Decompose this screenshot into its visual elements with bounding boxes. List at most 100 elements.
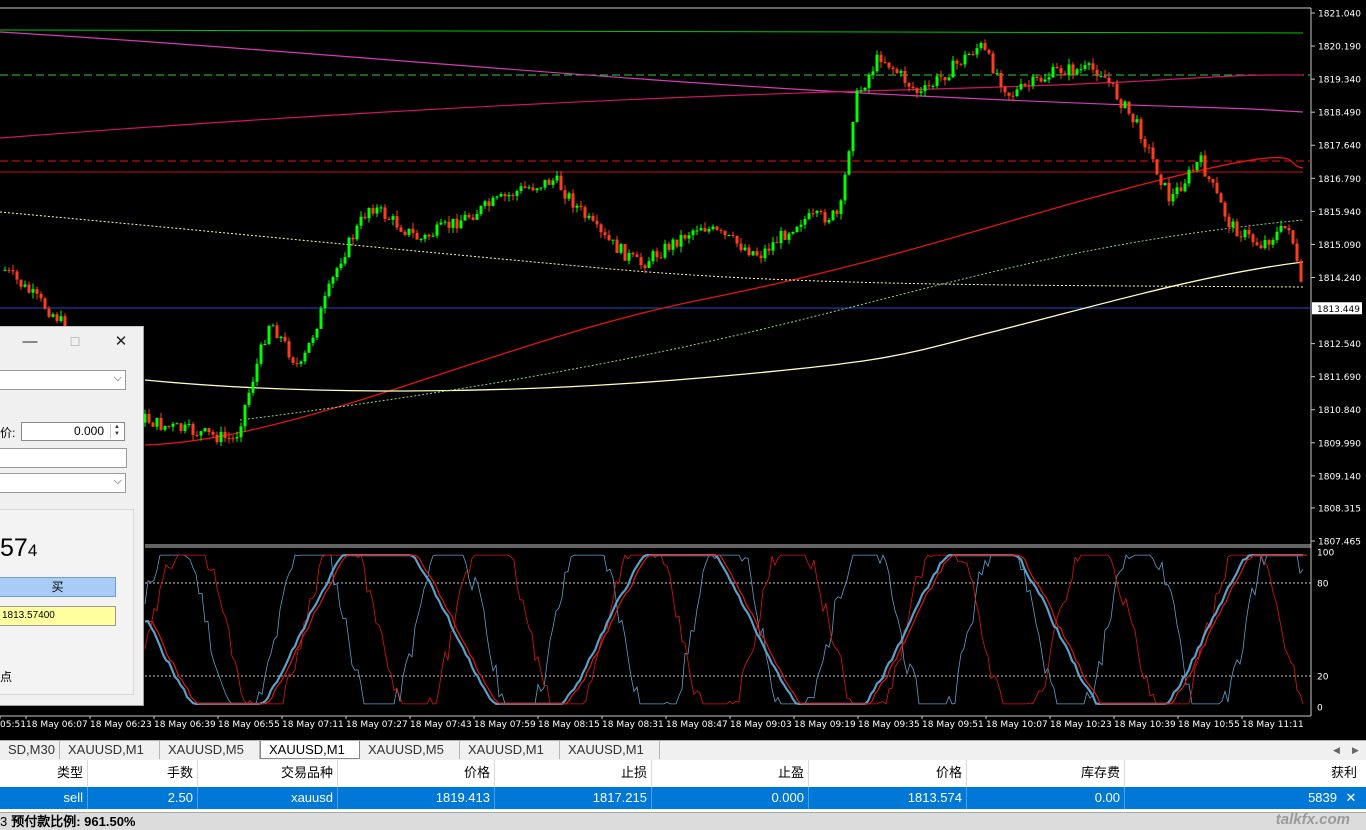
candle-body <box>639 257 643 266</box>
watermark-logo: talkfx.com <box>1275 811 1350 828</box>
col-profit[interactable]: 获利 <box>1125 760 1361 786</box>
candle-body <box>1211 179 1215 183</box>
margin-level-text: 3 预付款比例: 961.50% <box>0 814 136 829</box>
candle-body <box>567 193 571 199</box>
candle-body <box>495 196 499 198</box>
candle-body <box>779 230 783 244</box>
candle-body <box>1047 77 1051 80</box>
candle-body <box>1207 176 1211 180</box>
maximize-icon: ☐ <box>69 335 81 349</box>
candle-body <box>663 243 667 258</box>
candle-body <box>911 86 915 89</box>
candle-body <box>1027 85 1031 87</box>
col-current-price[interactable]: 价格 <box>809 760 967 786</box>
tab-chart-4[interactable]: XAUUSD,M1 <box>260 741 360 759</box>
tab-scroll-left-icon[interactable]: ◀ <box>1333 741 1340 759</box>
time-axis-label: 18 May 09:03 <box>730 720 792 730</box>
candle-body <box>607 235 611 241</box>
candle-body <box>211 432 215 435</box>
candle-body <box>1051 66 1055 78</box>
candle-body <box>667 243 671 250</box>
candle-body <box>215 434 219 443</box>
candle-body <box>343 257 347 264</box>
candle-body <box>907 82 911 87</box>
points-label: 点 <box>0 670 13 684</box>
candle-body <box>711 226 715 230</box>
price-axis-label: 1820.190 <box>1318 43 1361 53</box>
col-volume[interactable]: 手数 <box>88 760 198 786</box>
candle-body <box>1015 89 1019 97</box>
tab-chart-6[interactable]: XAUUSD,M1 <box>460 741 560 759</box>
candle-body <box>839 200 843 214</box>
cell-profit: 5839 <box>1308 790 1337 805</box>
ma-crimson <box>0 74 1304 139</box>
close-icon[interactable]: ✕ <box>108 331 134 353</box>
candle-body <box>351 237 355 240</box>
candle-body <box>247 392 251 405</box>
tab-scroll-right-icon[interactable]: ▶ <box>1352 741 1359 759</box>
col-type[interactable]: 类型 <box>0 760 88 786</box>
candle-body <box>531 187 535 191</box>
order-dialog[interactable]: — ☐ ✕ ⌵ 价: 0.000 ▲ ▼ ⌵ 574 买 1813.57400 点 <box>0 326 144 706</box>
col-swap[interactable]: 库存费 <box>967 760 1125 786</box>
candle-body <box>623 244 627 261</box>
candle-body <box>1139 119 1143 140</box>
candle-body <box>579 205 583 208</box>
tab-chart-2[interactable]: XAUUSD,M1 <box>60 741 160 759</box>
candle-body <box>983 42 987 50</box>
table-row[interactable]: sell 2.50 xauusd 1819.413 1817.215 0.000… <box>0 787 1366 809</box>
minimize-icon[interactable]: — <box>17 331 43 353</box>
time-axis-label: 05:51 <box>0 720 26 730</box>
candle-body <box>591 215 595 221</box>
candle-body <box>819 210 823 213</box>
buy-button[interactable]: 买 <box>0 577 116 597</box>
time-axis-label: 18 May 08:15 <box>538 720 600 730</box>
price-chart[interactable]: 1821.040 1820.190 1819.340 1818.490 1817.640… <box>0 0 1366 740</box>
candle-body <box>223 431 227 438</box>
candle-body <box>859 90 863 92</box>
symbol-select[interactable]: ⌵ <box>0 370 126 390</box>
candle-body <box>1175 187 1179 194</box>
current-price-label: 1813.449 <box>1317 305 1360 315</box>
stepper-arrows-icon[interactable]: ▲ ▼ <box>110 424 123 439</box>
time-axis-label: 18 May 06:55 <box>218 720 280 730</box>
candle-body <box>39 293 43 299</box>
candle-body <box>47 308 51 317</box>
candle-body <box>755 251 759 256</box>
candle-body <box>187 423 191 425</box>
candle-body <box>383 207 387 219</box>
tab-chart-1[interactable]: SD,M30 <box>0 741 60 759</box>
candle-body <box>1135 119 1139 123</box>
candle-body <box>539 187 543 189</box>
candle-body <box>175 423 179 425</box>
comment-input[interactable] <box>0 448 127 468</box>
tab-chart-7[interactable]: XAUUSD,M1 <box>560 741 660 759</box>
col-take-profit[interactable]: 止盈 <box>652 760 809 786</box>
candle-body <box>783 230 787 240</box>
candle-body <box>19 279 23 287</box>
col-open-price[interactable]: 价格 <box>338 760 495 786</box>
tab-chart-5[interactable]: XAUUSD,M5 <box>360 741 460 759</box>
candle-body <box>467 214 471 218</box>
candle-body <box>335 268 339 278</box>
candle-body <box>919 91 923 93</box>
chart-canvas[interactable]: 1821.040 1820.190 1819.340 1818.490 1817.640… <box>0 0 1366 740</box>
candle-body <box>1087 63 1091 65</box>
candle-body <box>1131 113 1135 123</box>
candle-body <box>499 194 503 197</box>
price-axis-label: 1815.940 <box>1318 208 1361 218</box>
candle-body <box>303 352 307 362</box>
col-stop-loss[interactable]: 止损 <box>495 760 652 786</box>
tab-chart-3[interactable]: XAUUSD,M5 <box>160 741 260 759</box>
type-select[interactable]: ⌵ <box>0 473 126 493</box>
candle-body <box>691 230 695 236</box>
buy-price-input[interactable]: 1813.57400 <box>0 606 116 626</box>
candle-body <box>571 193 575 208</box>
status-bar: 3 预付款比例: 961.50% talkfx.com <box>0 811 1366 830</box>
price-stepper[interactable]: 0.000 ▲ ▼ <box>21 422 125 441</box>
candle-body <box>515 191 519 196</box>
time-axis-label: 18 May 07:43 <box>410 720 472 730</box>
col-symbol[interactable]: 交易品种 <box>198 760 338 786</box>
close-position-icon[interactable]: ✕ <box>1341 787 1361 809</box>
candle-body <box>895 69 899 73</box>
